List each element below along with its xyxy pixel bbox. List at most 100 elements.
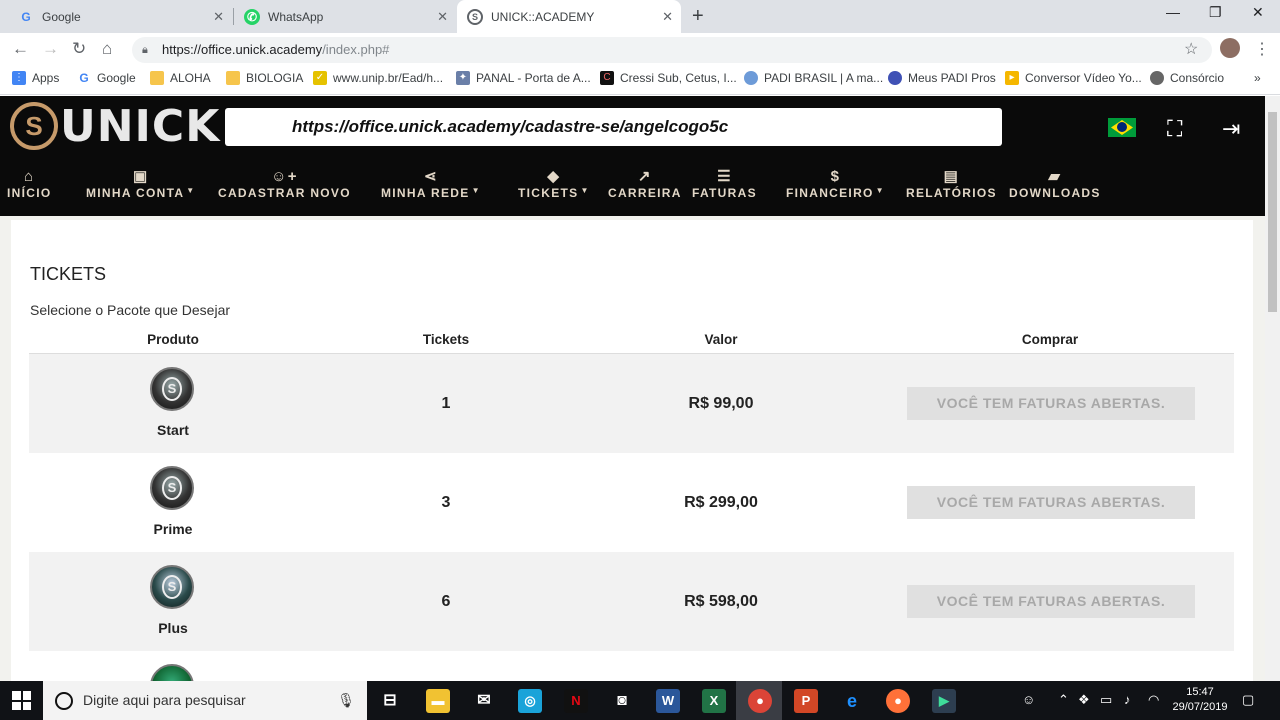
nav-inicio[interactable]: ⌂ INÍCIO: [7, 168, 51, 200]
people-icon[interactable]: ☺: [1022, 692, 1035, 707]
scrollbar-thumb[interactable]: [1268, 112, 1277, 312]
nav-downloads[interactable]: ▰ DOWNLOADS: [1009, 168, 1101, 200]
bookmark-panal[interactable]: ✦ PANAL - Porta de A...: [456, 71, 591, 85]
brazil-flag-icon[interactable]: [1108, 118, 1136, 137]
buy-button[interactable]: VOCÊ TEM FATURAS ABERTAS.: [907, 585, 1195, 618]
nav-label: CARREIRA: [608, 186, 682, 200]
camera-icon[interactable]: ◙: [610, 689, 634, 713]
browser-toolbar: ← → ↻ ⌂ 🔒︎ https://office.unick.academy/…: [0, 33, 1280, 65]
unip-icon: ✓: [313, 71, 327, 85]
buy-button[interactable]: VOCÊ TEM FATURAS ABERTAS.: [907, 486, 1195, 519]
bookmarks-overflow-icon[interactable]: »: [1254, 71, 1261, 85]
bookmark-meus-padi[interactable]: Meus PADI Pros: [888, 71, 996, 85]
tray-chevron-icon[interactable]: ⌃: [1058, 692, 1069, 708]
forward-arrow-icon[interactable]: →: [42, 39, 59, 59]
microphone-icon[interactable]: 🎙︎: [337, 681, 355, 720]
table-row: S Start 1 R$ 99,00 VOCÊ TEM FATURAS ABER…: [29, 354, 1234, 453]
back-arrow-icon[interactable]: ←: [12, 39, 29, 59]
firefox-icon[interactable]: ●: [886, 689, 910, 713]
bookmark-cressi[interactable]: C Cressi Sub, Cetus, I...: [600, 71, 737, 85]
profile-avatar[interactable]: [1220, 38, 1240, 58]
nav-cadastrar-novo[interactable]: ☺+ CADASTRAR NOVO: [218, 168, 351, 200]
edge-icon[interactable]: e: [840, 689, 864, 713]
nav-label: INÍCIO: [7, 186, 52, 200]
referral-link-box[interactable]: https://office.unick.academy/cadastre-se…: [225, 108, 1002, 146]
nav-tickets[interactable]: ◆ TICKETS ▼: [518, 168, 590, 200]
bookmark-label: Apps: [32, 71, 60, 85]
close-icon[interactable]: ✕: [213, 9, 224, 25]
bookmarks-bar: ⋮ Apps G Google ALOHA BIOLOGIA ✓ www.unip.b…: [0, 65, 1280, 95]
mail-icon[interactable]: ✉: [472, 689, 496, 713]
powerpoint-icon[interactable]: P: [794, 689, 818, 713]
briefcase-icon: ▰: [1048, 168, 1062, 185]
bookmark-apps[interactable]: ⋮ Apps: [12, 71, 59, 85]
bookmark-aloha[interactable]: ALOHA: [150, 71, 211, 85]
product-name: Prime: [153, 521, 193, 537]
bookmark-padi-brasil[interactable]: PADI BRASIL | A ma...: [744, 71, 883, 85]
windows-start-icon[interactable]: [12, 691, 31, 710]
file-explorer-icon[interactable]: ▬: [426, 689, 450, 713]
new-tab-button[interactable]: +: [692, 5, 704, 28]
bookmark-unip[interactable]: ✓ www.unip.br/Ead/h...: [313, 71, 443, 85]
tab-unick-academy[interactable]: S UNICK::ACADEMY ✕: [457, 0, 681, 33]
next-package-badge-icon: [150, 664, 194, 681]
column-header: Valor: [704, 332, 738, 347]
product-name: Plus: [158, 620, 188, 636]
dropbox-icon[interactable]: ❖: [1078, 692, 1090, 708]
nav-label: TICKETS: [518, 186, 579, 200]
ticket-count: 6: [441, 593, 451, 610]
padi-icon: [888, 71, 902, 85]
nav-financeiro[interactable]: $ FINANCEIRO ▼: [786, 168, 885, 200]
globe-icon: [1150, 71, 1164, 85]
fullscreen-icon[interactable]: ⛶: [1167, 116, 1182, 142]
notifications-icon[interactable]: ▢: [1242, 692, 1254, 708]
word-icon[interactable]: W: [656, 689, 680, 713]
battery-icon[interactable]: ▭: [1100, 692, 1112, 708]
media-app-icon[interactable]: ▶: [932, 689, 956, 713]
tab-title: WhatsApp: [268, 9, 324, 24]
volume-icon[interactable]: ♪: [1124, 692, 1131, 707]
tab-google[interactable]: G Google ✕: [8, 0, 232, 33]
minimize-icon[interactable]: —: [1166, 4, 1180, 20]
column-header: Produto: [147, 332, 199, 347]
store-icon[interactable]: ◎: [518, 689, 542, 713]
address-bar[interactable]: 🔒︎ https://office.unick.academy/index.ph…: [132, 37, 1212, 63]
unick-logo[interactable]: S UNICK: [10, 101, 220, 152]
home-icon: ⌂: [24, 168, 35, 185]
home-browser-icon[interactable]: ⌂: [102, 39, 112, 59]
table-header: Produto Tickets Valor Comprar: [29, 324, 1234, 354]
bookmark-star-icon[interactable]: ☆: [1184, 39, 1198, 59]
task-view-icon[interactable]: ⊟: [378, 689, 402, 713]
bookmark-google[interactable]: G Google: [77, 71, 135, 85]
reload-icon[interactable]: ↻: [72, 39, 86, 59]
google-icon: G: [21, 9, 31, 24]
nav-faturas[interactable]: ☰ FATURAS: [692, 168, 757, 200]
buy-button[interactable]: VOCÊ TEM FATURAS ABERTAS.: [907, 387, 1195, 420]
window-close-icon[interactable]: ✕: [1252, 4, 1264, 21]
bookmark-biologia[interactable]: BIOLOGIA: [226, 71, 303, 85]
system-clock[interactable]: 15:47 29/07/2019: [1170, 685, 1230, 715]
netflix-icon[interactable]: N: [564, 689, 588, 713]
nav-minha-conta[interactable]: ▣ MINHA CONTA ▼: [86, 168, 196, 200]
close-icon[interactable]: ✕: [662, 9, 673, 25]
logout-icon[interactable]: ⇥: [1222, 116, 1240, 142]
wifi-icon[interactable]: ◠: [1148, 692, 1159, 708]
bookmark-conversor[interactable]: ▸ Conversor Vídeo Yo...: [1005, 71, 1142, 85]
tab-whatsapp[interactable]: ✆ WhatsApp ✕: [234, 0, 456, 33]
chrome-icon[interactable]: ●: [748, 689, 772, 713]
taskbar-search-input[interactable]: Digite aqui para pesquisar 🎙︎: [43, 681, 367, 720]
nav-minha-rede[interactable]: ⋖ MINHA REDE ▼: [381, 168, 481, 200]
maximize-icon[interactable]: ❐: [1209, 4, 1222, 21]
bookmark-consorcio[interactable]: Consórcio: [1150, 71, 1224, 85]
excel-icon[interactable]: X: [702, 689, 726, 713]
caret-down-icon: ▼: [471, 186, 481, 195]
bookmark-label: BIOLOGIA: [246, 71, 304, 85]
page-scrollbar[interactable]: [1265, 96, 1280, 681]
nav-relatorios[interactable]: ▤ RELATÓRIOS: [906, 168, 997, 200]
browser-menu-icon[interactable]: ⋮: [1254, 39, 1270, 59]
money-icon: $: [830, 168, 841, 185]
unick-icon: S: [467, 8, 483, 25]
nav-carreira[interactable]: ↗ CARREIRA: [608, 168, 682, 200]
close-icon[interactable]: ✕: [437, 9, 448, 25]
cortana-icon: [55, 692, 73, 710]
